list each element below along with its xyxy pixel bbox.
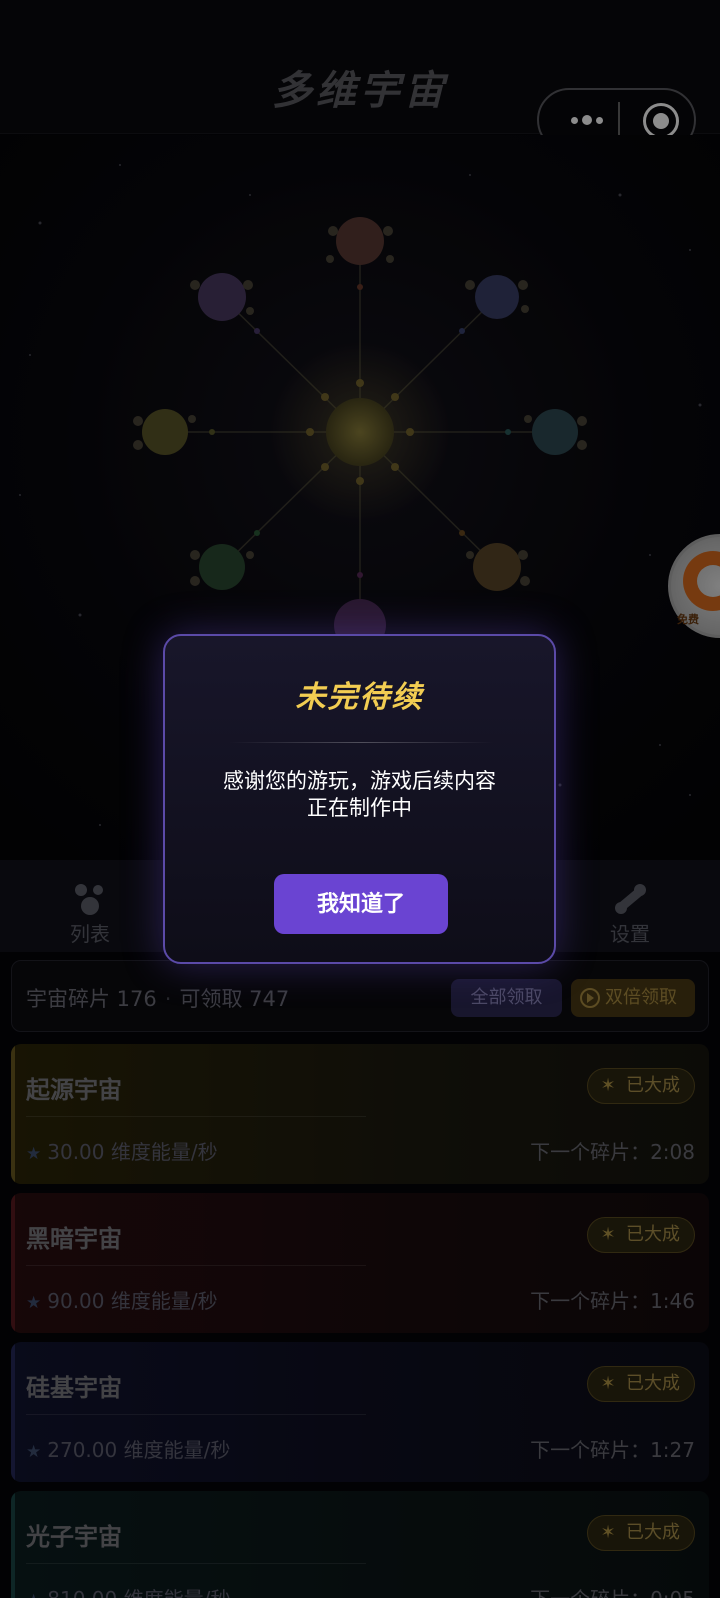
tab-settings-label: 设置 [610,922,650,946]
star-icon: ★ [26,1442,42,1462]
universe-card[interactable]: 起源宇宙 ✶ 已大成 ★ 30.00 维度能量/秒 下一个碎片：2:08 [11,1044,709,1184]
status-badge: ✶ 已大成 [587,1366,695,1402]
target-circle-icon[interactable] [643,103,679,139]
energy-rate-value: 30.00 维度能量/秒 [47,1140,218,1164]
universe-card[interactable]: 黑暗宇宙 ✶ 已大成 ★ 90.00 维度能量/秒 下一个碎片：1:46 [11,1193,709,1333]
status-badge: ✶ 已大成 [587,1068,695,1104]
status-badge-label: 已大成 [626,1373,680,1394]
dialog-message-line-2: 正在制作中 [307,796,412,820]
game-screen: 多维宇宙 免费 列表 设置 宇宙碎片 176 · 可领取 747 全部领取 双倍… [0,0,720,1598]
free-reward-label: 免费 [677,613,699,626]
play-video-icon [580,988,600,1008]
card-divider [26,1116,366,1117]
status-badge-label: 已大成 [626,1522,680,1543]
wrench-icon [615,884,646,914]
universe-card[interactable]: 硅基宇宙 ✶ 已大成 ★ 270.00 维度能量/秒 下一个碎片：1:27 [11,1342,709,1482]
fragment-summary: 宇宙碎片 176 · 可领取 747 [26,983,289,1013]
universe-card[interactable]: 光子宇宙 ✶ 已大成 ★ 810.00 维度能量/秒 下一个碎片：0:05 [11,1491,709,1598]
separator-dot: · [164,987,172,1011]
energy-rate-row: ★ 810.00 维度能量/秒 [26,1583,230,1598]
fragment-count: 宇宙碎片 176 [26,987,157,1011]
status-badge: ✶ 已大成 [587,1515,695,1551]
card-accent [11,1491,15,1598]
nav-header: 多维宇宙 [0,0,720,152]
card-divider [26,1563,366,1564]
energy-rate-value: 270.00 维度能量/秒 [47,1438,231,1462]
card-divider [26,1414,366,1415]
energy-rate-value: 810.00 维度能量/秒 [47,1587,230,1598]
energy-rate-value: 90.00 维度能量/秒 [47,1289,218,1313]
tab-list[interactable]: 列表 [0,860,180,952]
energy-rate-row: ★ 90.00 维度能量/秒 [26,1285,218,1314]
dialog-title: 未完待续 [295,680,424,715]
claim-double-label: 双倍领取 [605,987,677,1008]
sun-icon: ✶ [600,1373,616,1394]
dialog-message: 感谢您的游玩，游戏后续内容 正在制作中 [185,768,534,822]
tab-list-label: 列表 [70,922,110,946]
sun-icon: ✶ [600,1522,616,1543]
fragment-bar: 宇宙碎片 176 · 可领取 747 全部领取 双倍领取 [11,960,709,1032]
next-fragment-timer: 下一个碎片：1:46 [530,1289,695,1313]
claim-all-button[interactable]: 全部领取 [451,979,562,1017]
origin-core-node [326,398,394,466]
molecule-icon [75,884,103,915]
universe-name: 黑暗宇宙 [26,1225,122,1253]
claim-double-button[interactable]: 双倍领取 [571,979,695,1017]
star-icon: ★ [26,1293,42,1313]
sun-icon: ✶ [600,1075,616,1096]
tab-settings[interactable]: 设置 [540,860,720,952]
energy-rate-row: ★ 270.00 维度能量/秒 [26,1434,230,1463]
status-badge-label: 已大成 [626,1075,680,1096]
card-divider [26,1265,366,1266]
star-icon: ★ [26,1144,42,1164]
dialog-divider [229,742,494,743]
sun-icon: ✶ [600,1224,616,1245]
acknowledge-button[interactable]: 我知道了 [274,874,448,934]
card-accent [11,1044,15,1184]
card-accent [11,1193,15,1333]
universe-name: 起源宇宙 [26,1076,122,1104]
next-fragment-timer: 下一个碎片：0:05 [530,1583,695,1598]
universe-name: 硅基宇宙 [26,1374,122,1402]
to-be-continued-dialog: 未完待续 感谢您的游玩，游戏后续内容 正在制作中 我知道了 [163,634,556,964]
star-icon: ★ [26,1591,41,1598]
reward-ring-icon [683,551,720,611]
status-badge-label: 已大成 [626,1224,680,1245]
status-badge: ✶ 已大成 [587,1217,695,1253]
next-fragment-timer: 下一个碎片：2:08 [530,1140,695,1164]
card-accent [11,1342,15,1482]
claimable-count: 可领取 747 [179,987,290,1011]
next-fragment-timer: 下一个碎片：1:27 [530,1438,695,1462]
energy-rate-row: ★ 30.00 维度能量/秒 [26,1136,218,1165]
dialog-message-line-1: 感谢您的游玩，游戏后续内容 [223,769,496,793]
universe-name: 光子宇宙 [26,1523,122,1551]
